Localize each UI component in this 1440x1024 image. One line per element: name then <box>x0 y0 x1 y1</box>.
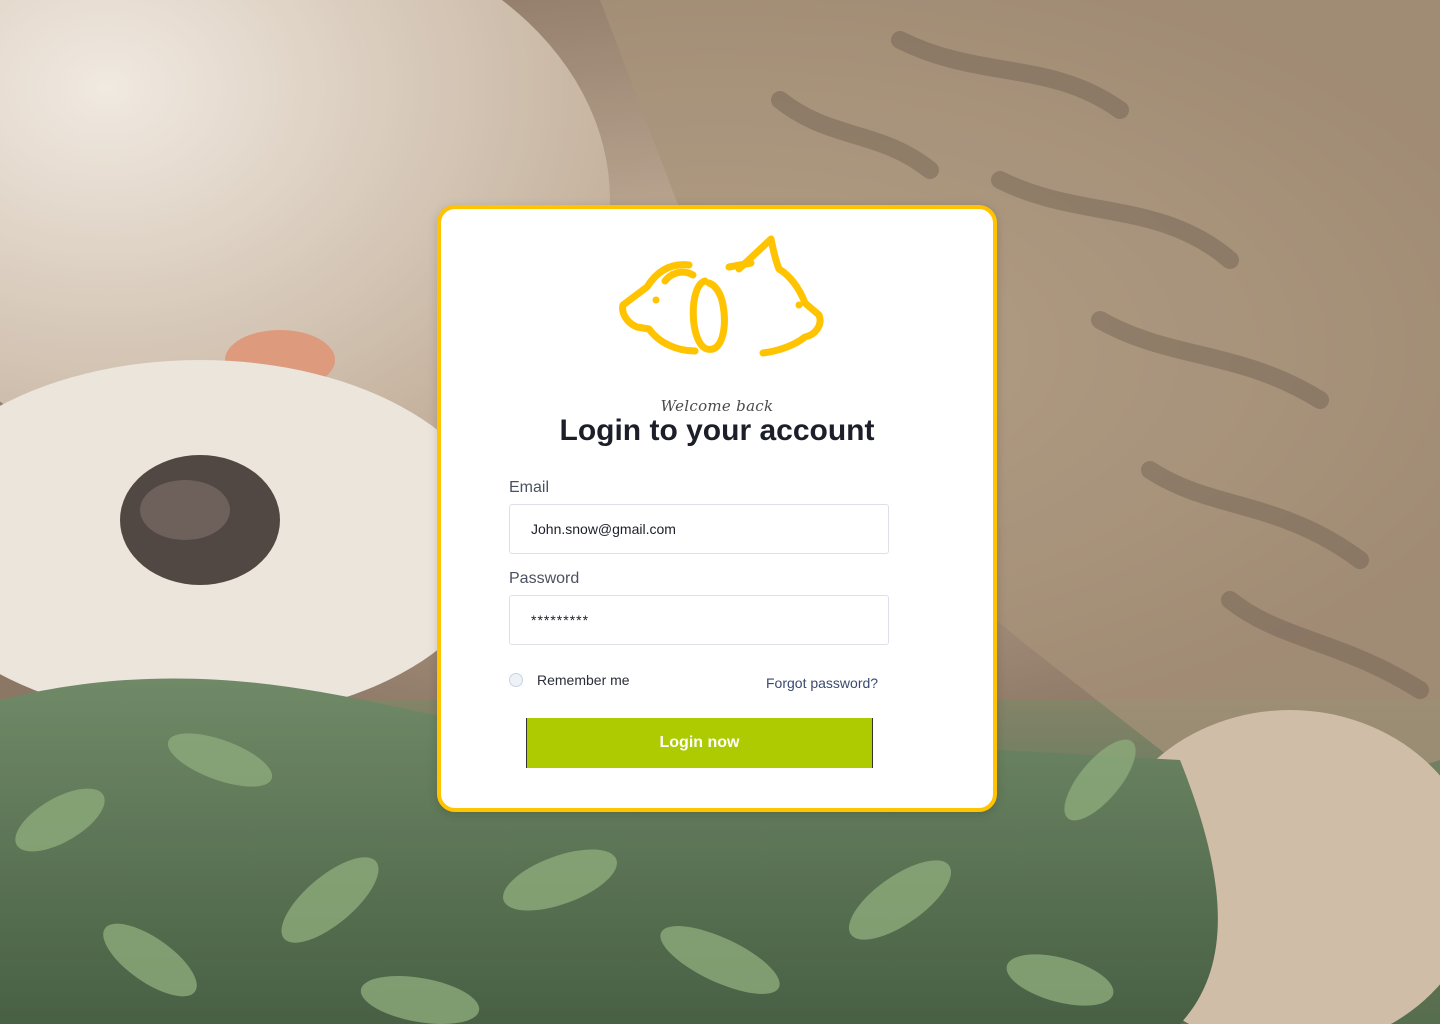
welcome-text: Welcome back <box>660 397 774 415</box>
remember-me-checkbox[interactable]: Remember me <box>509 672 630 688</box>
forgot-password-link[interactable]: Forgot password? <box>766 675 878 691</box>
email-label: Email <box>509 479 550 496</box>
password-field[interactable] <box>509 595 889 645</box>
email-field[interactable] <box>509 504 889 554</box>
password-label: Password <box>509 570 580 587</box>
checkbox-icon[interactable] <box>509 673 523 687</box>
dog-cat-logo-icon <box>619 235 824 357</box>
page-title: Login to your account <box>559 414 875 447</box>
login-card: Welcome back Login to your account Email… <box>437 205 997 812</box>
remember-me-label: Remember me <box>537 672 630 688</box>
login-button[interactable]: Login now <box>526 718 873 768</box>
